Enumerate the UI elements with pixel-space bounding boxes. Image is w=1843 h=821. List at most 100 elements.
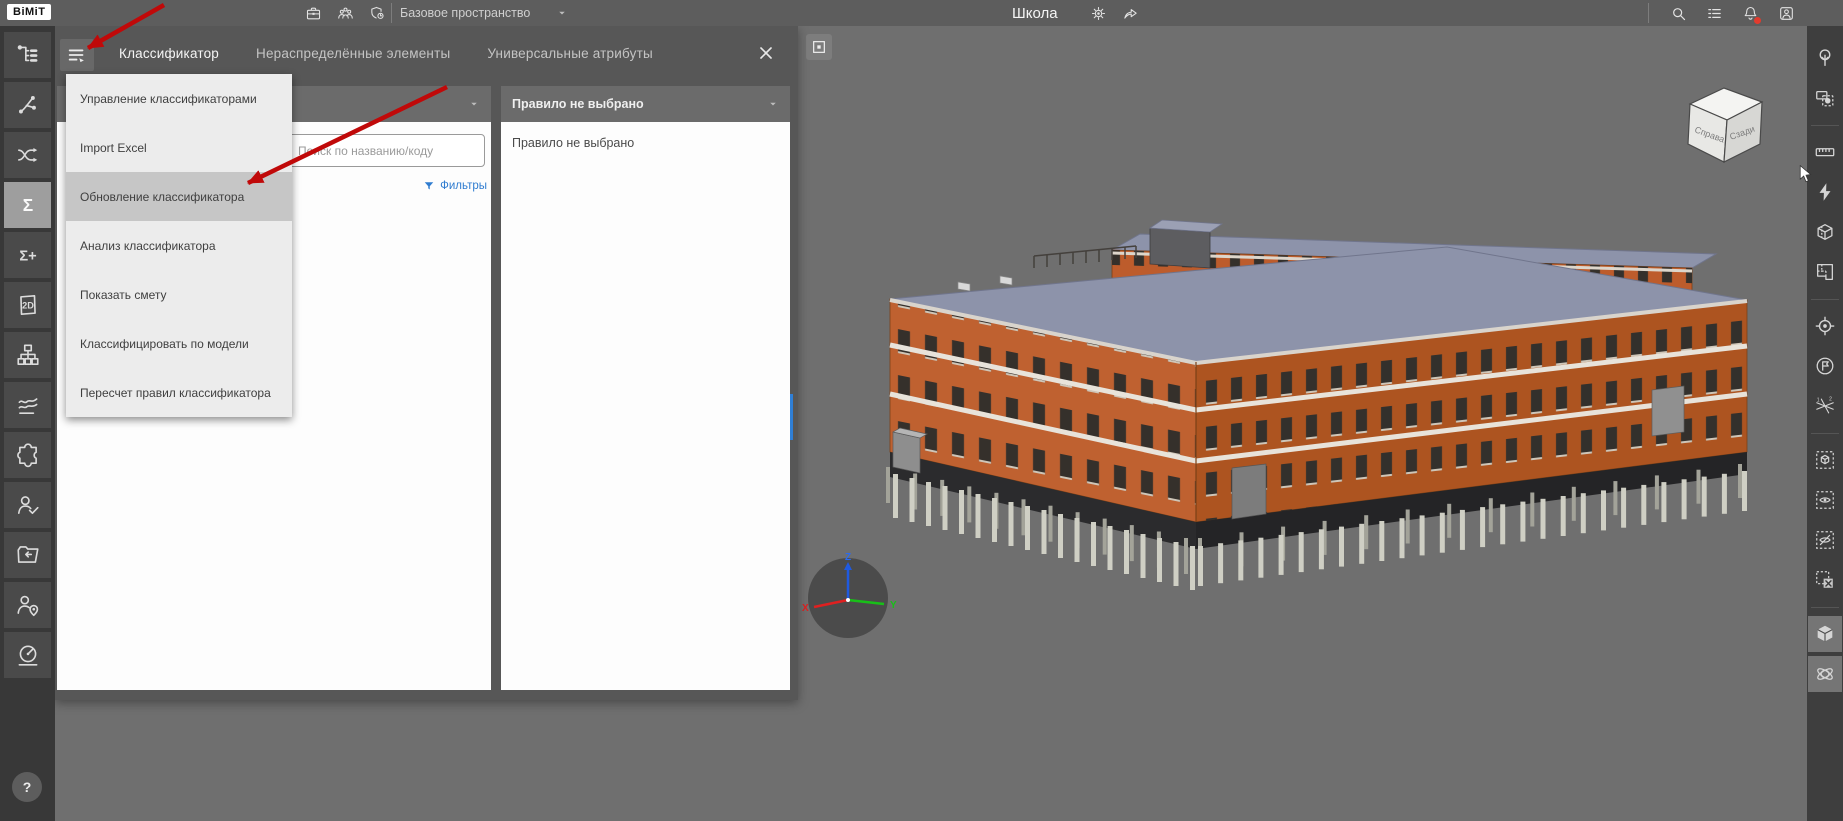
branch-icon [15, 92, 41, 118]
tool-hide-selection[interactable] [1808, 522, 1842, 558]
sidebar-charts[interactable] [4, 382, 51, 428]
gear-icon [1090, 5, 1107, 22]
briefcase-icon[interactable] [303, 3, 323, 23]
folder-export-icon [15, 542, 41, 568]
sidebar-user-check[interactable] [4, 482, 51, 528]
classifier-menu-button[interactable] [60, 39, 94, 71]
menu-item-2[interactable]: Обновление классификатора [66, 172, 292, 221]
protection-clock-icon[interactable] [367, 3, 387, 23]
tool-flag[interactable] [1808, 348, 1842, 384]
sheet-2d-icon [15, 292, 41, 318]
rule-select-header[interactable]: Правило не выбрано [501, 86, 790, 122]
capture-icon [1814, 87, 1836, 109]
org-chart-icon [15, 342, 41, 368]
menu-with-arrow-icon [66, 44, 88, 66]
classifier-panel: Классификатор Нераспределённые элементы Ун… [55, 26, 798, 700]
team-icon[interactable] [335, 3, 355, 23]
chevron-down-icon[interactable] [556, 7, 568, 19]
topbar-divider [391, 3, 392, 23]
topbar-title-icons [1088, 0, 1140, 26]
puzzle-icon [15, 442, 41, 468]
sidebar-dashboard-gauge[interactable] [4, 632, 51, 678]
sidebar-shuffle[interactable] [4, 132, 51, 178]
search-icon[interactable] [1668, 3, 1688, 23]
user-badge-icon [1778, 5, 1795, 22]
search-input[interactable] [285, 134, 485, 167]
filters-label: Фильтры [440, 180, 487, 192]
chevron-down-icon[interactable] [767, 98, 779, 110]
menu-item-6[interactable]: Пересчет правил классификатора [66, 368, 292, 417]
tree-structure-icon [15, 42, 41, 68]
sidebar-sigma-plus[interactable] [4, 232, 51, 278]
tool-section-flash[interactable] [1808, 174, 1842, 210]
target-icon [1814, 315, 1836, 337]
fit-view-button[interactable] [806, 34, 832, 60]
topbar-left-tools [303, 0, 387, 26]
sidebar-model-tree[interactable] [4, 32, 51, 78]
tool-measure-axes[interactable] [1808, 388, 1842, 424]
tool-show-selection[interactable] [1808, 482, 1842, 518]
tool-clear-selection[interactable] [1808, 562, 1842, 598]
tool-orbit[interactable] [1808, 656, 1842, 692]
tool-section-box[interactable] [1808, 214, 1842, 250]
isolate-icon [1814, 449, 1836, 471]
cube-solid-icon [1814, 623, 1836, 645]
account-icon[interactable] [1776, 3, 1796, 23]
notification-badge [1754, 17, 1761, 24]
sidebar-org-chart[interactable] [4, 332, 51, 378]
shield-clock-icon [369, 5, 386, 22]
user-pin-icon [15, 592, 41, 618]
tool-cube-view[interactable] [1808, 616, 1842, 652]
list-icon[interactable] [1704, 3, 1724, 23]
menu-item-4[interactable]: Показать смету [66, 270, 292, 319]
tool-floor-plan[interactable] [1808, 254, 1842, 290]
right-toolbar [1807, 26, 1843, 821]
tool-tree[interactable] [1808, 40, 1842, 76]
app-logo: BiMiT [7, 4, 52, 20]
left-toolbar: ? [0, 26, 55, 821]
tree-icon [1814, 47, 1836, 69]
chevron-down-icon[interactable] [468, 98, 480, 110]
flash-icon [1814, 181, 1836, 203]
tool-isolate-selection[interactable] [1808, 442, 1842, 478]
menu-item-1[interactable]: Import Excel [66, 123, 292, 172]
rule-select-label: Правило не выбрано [512, 97, 644, 111]
notifications-bell-icon[interactable] [1740, 3, 1761, 24]
line-chart-icon [15, 392, 41, 418]
ruler-icon [1814, 141, 1836, 163]
sidebar-2d-sheet[interactable] [4, 282, 51, 328]
filters-link[interactable]: Фильтры [423, 180, 487, 192]
project-title: Школа [1012, 4, 1058, 22]
sidebar-user-location[interactable] [4, 582, 51, 628]
briefcase-icon [305, 5, 322, 22]
sidebar-folder-export[interactable] [4, 532, 51, 578]
share-icon [1122, 5, 1139, 22]
panel-tab-bar: Классификатор Нераспределённые элементы Ун… [55, 26, 798, 80]
menu-item-5[interactable]: Классифицировать по модели [66, 319, 292, 368]
settings-gear-icon[interactable] [1088, 3, 1108, 23]
flag-icon [1814, 355, 1836, 377]
menu-item-3[interactable]: Анализ классификатора [66, 221, 292, 270]
tool-selection-capture[interactable] [1808, 80, 1842, 116]
sigma-plus-icon [15, 242, 41, 268]
mouse-cursor [1799, 165, 1812, 183]
tab-2[interactable]: Универсальные атрибуты [487, 46, 653, 61]
help-button[interactable]: ? [12, 772, 42, 802]
sidebar-connections[interactable] [4, 82, 51, 128]
section-box-icon [1814, 221, 1836, 243]
tool-target[interactable] [1808, 308, 1842, 344]
sidebar-classifier-sigma[interactable] [4, 182, 51, 228]
classifier-dropdown-menu: Управление классификаторами Import Excel О… [66, 74, 292, 417]
tool-ruler[interactable] [1808, 134, 1842, 170]
tab-1[interactable]: Нераспределённые элементы [256, 46, 450, 61]
share-icon[interactable] [1120, 3, 1140, 23]
menu-item-0[interactable]: Управление классификаторами [66, 74, 292, 123]
topbar-divider-right [1648, 3, 1649, 23]
tab-0[interactable]: Классификатор [119, 46, 219, 61]
panel-close-button[interactable] [756, 43, 776, 63]
workspace-selector[interactable]: Базовое пространство [400, 0, 568, 26]
sidebar-plugins[interactable] [4, 432, 51, 478]
workspace-label: Базовое пространство [400, 6, 531, 20]
panel-scrollbar[interactable] [790, 394, 793, 440]
toolbar-separator [1811, 125, 1839, 126]
